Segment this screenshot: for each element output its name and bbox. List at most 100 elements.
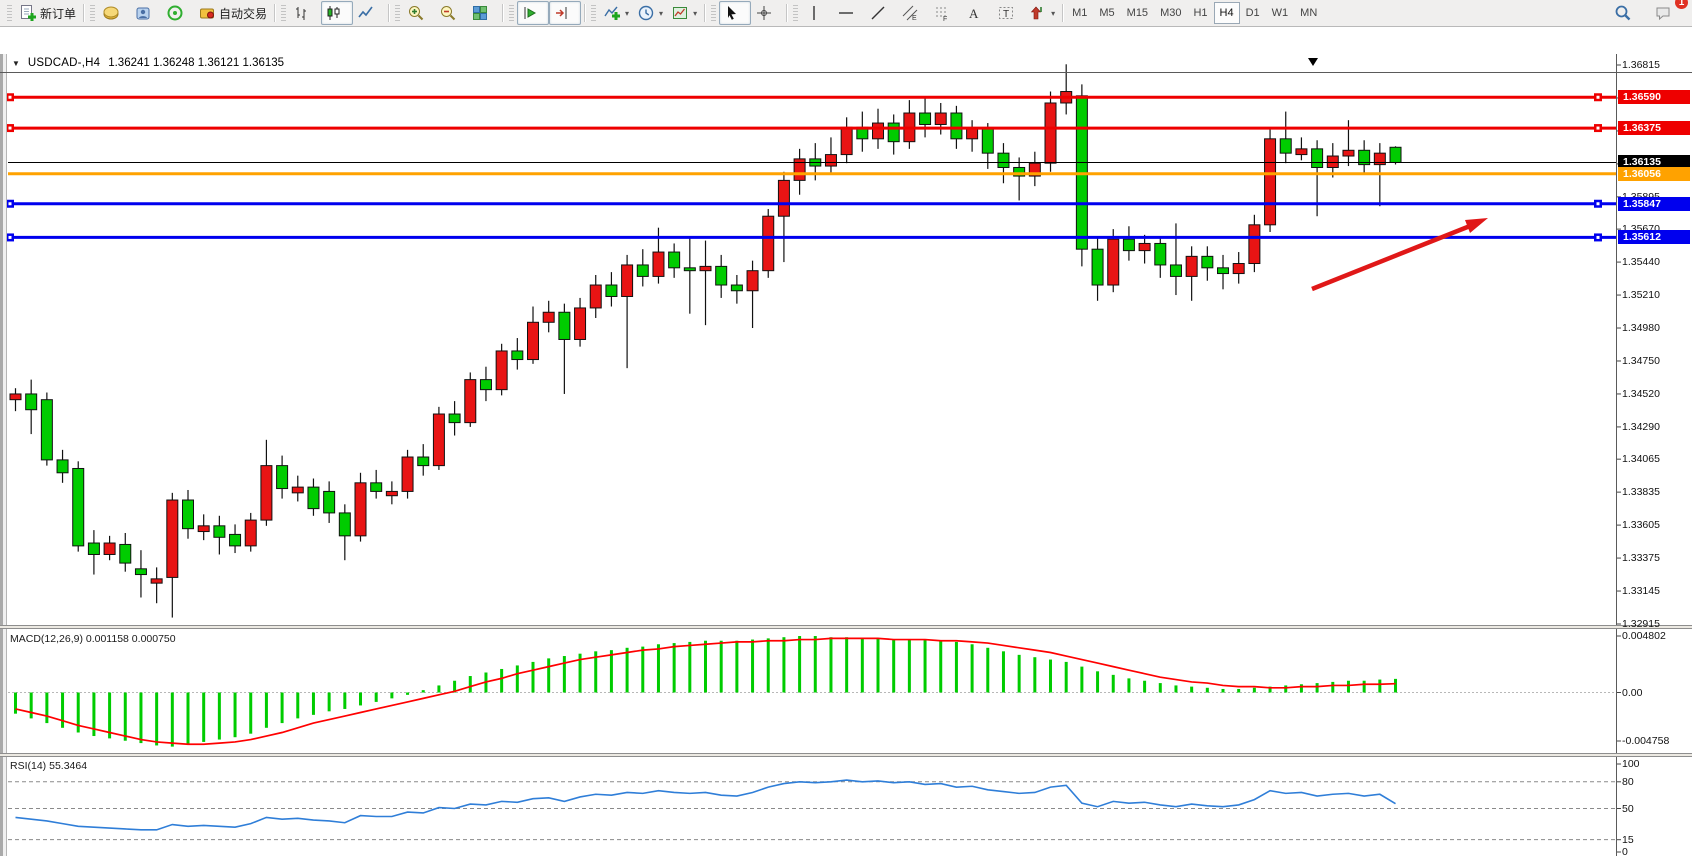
crosshair-icon	[755, 4, 773, 22]
dropdown-arrow-icon[interactable]: ▾	[1051, 9, 1055, 18]
toolbar-grip[interactable]	[281, 5, 286, 21]
timeframe-m1[interactable]: M1	[1066, 2, 1093, 24]
pane-splitter-macd[interactable]	[0, 625, 1692, 629]
clock-icon	[637, 4, 655, 22]
vertical-line-icon	[805, 4, 823, 22]
toolbar-grip[interactable]	[90, 5, 95, 21]
price-tick: 1.34980	[1622, 322, 1660, 334]
timeframe-m5[interactable]: M5	[1093, 2, 1120, 24]
bar-chart-button[interactable]	[289, 1, 321, 25]
search-icon	[1614, 4, 1632, 22]
price-tick: 1.33835	[1622, 486, 1660, 498]
toolbar-separator	[1062, 4, 1063, 22]
timeframe-h1[interactable]: H1	[1187, 2, 1213, 24]
timeframe-h4[interactable]: H4	[1214, 2, 1240, 24]
pane-splitter-rsi[interactable]	[0, 753, 1692, 757]
toolbar-grip[interactable]	[793, 5, 798, 21]
crosshair-button[interactable]	[751, 1, 783, 25]
text-button[interactable]: A	[961, 1, 993, 25]
toolbar-grip[interactable]	[711, 5, 716, 21]
chart-shift-button[interactable]	[549, 1, 581, 25]
timeframe-m30[interactable]: M30	[1154, 2, 1187, 24]
toolbar-grip[interactable]	[509, 5, 514, 21]
zoom-in-button[interactable]	[403, 1, 435, 25]
svg-text:E: E	[912, 15, 917, 22]
toolbar-group: ▾ ▾ ▾	[599, 1, 701, 25]
svg-text:T: T	[1003, 9, 1009, 20]
price-tick: 1.33605	[1622, 519, 1660, 531]
cursor-button[interactable]	[719, 1, 751, 25]
tile-windows-icon	[471, 4, 489, 22]
metaeditor-button[interactable]	[98, 1, 130, 25]
toolbar-separator	[83, 4, 84, 22]
price-tick: 1.33375	[1622, 552, 1660, 564]
trendline-button[interactable]	[865, 1, 897, 25]
price-tick: 1.35440	[1622, 256, 1660, 268]
toolbar-grip[interactable]	[591, 5, 596, 21]
price-tick: 1.34290	[1622, 421, 1660, 433]
timeframe-m15[interactable]: M15	[1121, 2, 1154, 24]
toolbar-group: 新订单	[15, 1, 80, 25]
template-icon	[671, 4, 689, 22]
templates-button[interactable]: ▾	[667, 1, 701, 25]
new-order-button[interactable]: 新订单	[15, 1, 80, 25]
dropdown-arrow-icon[interactable]: ▾	[693, 9, 697, 18]
search-button[interactable]	[1610, 1, 1642, 25]
indicators-icon	[603, 4, 621, 22]
autotrading-button-label: 自动交易	[219, 5, 267, 22]
chevron-down-icon[interactable]: ▼	[12, 59, 20, 68]
timeframe-mn[interactable]: MN	[1294, 2, 1323, 24]
chart-symbol-period: USDCAD-,H4	[28, 57, 100, 69]
autotrading-icon	[198, 4, 216, 22]
signals-button[interactable]	[162, 1, 194, 25]
dropdown-arrow-icon[interactable]: ▾	[659, 9, 663, 18]
channel-icon: E	[901, 4, 919, 22]
macd-axis-tick: 0.00	[1622, 687, 1642, 699]
toolbar-group: 自动交易	[98, 1, 271, 25]
periods-button[interactable]: ▾	[633, 1, 667, 25]
vertical-line-button[interactable]	[801, 1, 833, 25]
chat-icon	[1654, 4, 1672, 22]
horizontal-line-button[interactable]	[833, 1, 865, 25]
candlestick-button[interactable]	[321, 1, 353, 25]
arrows-icon	[1029, 4, 1047, 22]
toolbar-group: E F A T ▾	[801, 1, 1059, 25]
tile-windows-button[interactable]	[467, 1, 499, 25]
fibonacci-button[interactable]: F	[929, 1, 961, 25]
svg-text:A: A	[969, 6, 979, 21]
toolbar-grip[interactable]	[395, 5, 400, 21]
zoom-in-icon	[407, 4, 425, 22]
dropdown-arrow-icon[interactable]: ▾	[625, 9, 629, 18]
text-label-icon: T	[997, 4, 1015, 22]
zoom-out-icon	[439, 4, 457, 22]
trendline-icon	[869, 4, 887, 22]
price-line-badge: 1.36590	[1618, 90, 1690, 104]
profile-icon	[134, 4, 152, 22]
price-tick: 1.35210	[1622, 289, 1660, 301]
channel-button[interactable]: E	[897, 1, 929, 25]
toolbar-group	[517, 1, 581, 25]
text-label-button[interactable]: T	[993, 1, 1025, 25]
macd-axis-tick: -0.004758	[1622, 735, 1669, 747]
chart-canvas[interactable]	[0, 27, 1692, 856]
chat-button[interactable]: 1	[1650, 1, 1682, 25]
toolbar-grip[interactable]	[7, 5, 12, 21]
arrows-button[interactable]: ▾	[1025, 1, 1059, 25]
autotrading-button[interactable]: 自动交易	[194, 1, 271, 25]
chart-ohlc-values: 1.36241 1.36248 1.36121 1.36135	[108, 57, 284, 69]
auto-scroll-button[interactable]	[517, 1, 549, 25]
line-chart-button[interactable]	[353, 1, 385, 25]
price-tick: 1.34750	[1622, 355, 1660, 367]
indicators-button[interactable]: ▾	[599, 1, 633, 25]
rsi-axis-tick: 50	[1622, 803, 1634, 815]
community-button[interactable]	[130, 1, 162, 25]
fibonacci-icon: F	[933, 4, 951, 22]
price-tick: 1.32915	[1622, 618, 1660, 630]
rsi-axis-tick: 0	[1622, 846, 1628, 856]
timeframe-d1[interactable]: D1	[1240, 2, 1266, 24]
gold-seal-icon	[102, 4, 120, 22]
chart-window[interactable]: ▼ USDCAD-,H4 1.36241 1.36248 1.36121 1.3…	[0, 27, 1692, 856]
timeframe-w1[interactable]: W1	[1266, 2, 1295, 24]
zoom-out-button[interactable]	[435, 1, 467, 25]
rsi-axis-tick: 80	[1622, 776, 1634, 788]
